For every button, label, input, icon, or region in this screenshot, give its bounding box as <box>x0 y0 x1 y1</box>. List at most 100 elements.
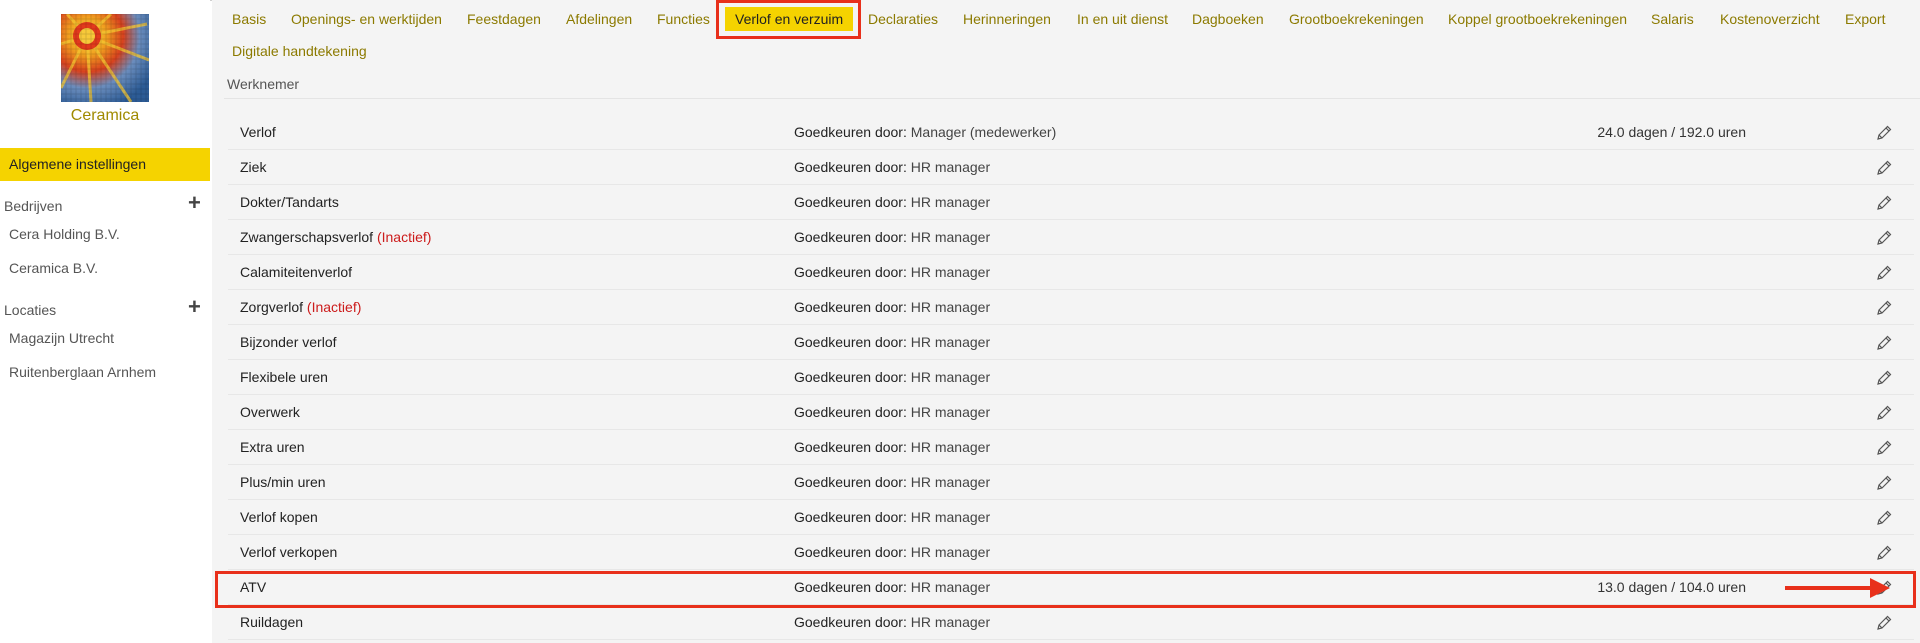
sidebar-item-company[interactable]: Cera Holding B.V. <box>9 226 120 242</box>
approver-value: HR manager <box>910 369 991 385</box>
tab-cost-overview[interactable]: Kostenoverzicht <box>1720 11 1820 27</box>
pencil-icon[interactable] <box>1875 439 1893 457</box>
approver-label: Goedkeuren door: <box>794 369 907 385</box>
approver-label: Goedkeuren door: <box>794 229 907 245</box>
tab-functions[interactable]: Functies <box>657 11 710 27</box>
sidebar-item-location[interactable]: Ruitenberglaan Arnhem <box>9 364 156 380</box>
approver-cell: Goedkeuren door: HR manager <box>794 159 990 175</box>
pencil-icon[interactable] <box>1875 159 1893 177</box>
annotation-arrow-head <box>1870 578 1890 598</box>
leave-type-label: Ziek <box>240 159 267 175</box>
tab-expenses[interactable]: Declaraties <box>868 11 938 27</box>
tab-holidays[interactable]: Feestdagen <box>467 11 541 27</box>
approver-cell: Goedkeuren door: HR manager <box>794 509 990 525</box>
sidebar-item-general-settings[interactable]: Algemene instellingen <box>0 148 210 181</box>
tab-ledger-accounts[interactable]: Grootboekrekeningen <box>1289 11 1424 27</box>
pencil-icon[interactable] <box>1875 474 1893 492</box>
tab-digital-signature[interactable]: Digitale handtekening <box>232 43 367 59</box>
approver-label: Goedkeuren door: <box>794 544 907 560</box>
tab-salary[interactable]: Salaris <box>1651 11 1694 27</box>
leave-type-name: Verlof <box>240 124 276 140</box>
table-row: Dokter/Tandarts Goedkeuren door: HR manag… <box>228 185 1914 220</box>
sidebar: Ceramica Algemene instellingen Bedrijven… <box>0 0 210 643</box>
pencil-icon[interactable] <box>1875 264 1893 282</box>
tab-basis[interactable]: Basis <box>232 11 266 27</box>
tab-reminders[interactable]: Herinneringen <box>963 11 1051 27</box>
table-row: Calamiteitenverlof Goedkeuren door: HR ma… <box>228 255 1914 290</box>
leave-type-name: Dokter/Tandarts <box>240 194 339 210</box>
table-row: Ziek Goedkeuren door: HR manager <box>228 150 1914 185</box>
leave-type-label: Flexibele uren <box>240 369 328 385</box>
leave-type-label: Verlof <box>240 124 276 140</box>
tab-link-ledger-accounts[interactable]: Koppel grootboekrekeningen <box>1448 11 1627 27</box>
leave-type-label: Verlof kopen <box>240 509 318 525</box>
leave-type-name: Ruildagen <box>240 614 303 630</box>
leave-type-label: Zwangerschapsverlof <box>240 229 374 245</box>
approver-value: HR manager <box>910 194 991 210</box>
approver-value: HR manager <box>910 229 991 245</box>
pencil-icon[interactable] <box>1875 299 1893 317</box>
leave-type-label: Dokter/Tandarts <box>240 194 339 210</box>
approver-label: Goedkeuren door: <box>794 264 907 280</box>
approver-value: Manager (medewerker) <box>910 124 1057 140</box>
approver-label: Goedkeuren door: <box>794 334 907 350</box>
tab-journals[interactable]: Dagboeken <box>1192 11 1264 27</box>
pencil-icon[interactable] <box>1875 509 1893 527</box>
pencil-icon[interactable] <box>1875 334 1893 352</box>
approver-cell: Goedkeuren door: HR manager <box>794 544 990 560</box>
leave-type-name: Bijzonder verlof <box>240 334 337 350</box>
table-row: Flexibele uren Goedkeuren door: HR manage… <box>228 360 1914 395</box>
table-row: Zorgverlof (Inactief) Goedkeuren door: HR… <box>228 290 1914 325</box>
approver-value: HR manager <box>910 544 991 560</box>
leave-type-name: Calamiteitenverlof <box>240 264 352 280</box>
leave-type-label: Ruildagen <box>240 614 304 630</box>
approver-label: Goedkeuren door: <box>794 474 907 490</box>
tab-in-out-service[interactable]: In en uit dienst <box>1077 11 1168 27</box>
leave-type-name: Zwangerschapsverlof (Inactief) <box>240 229 431 245</box>
leave-amount: 24.0 dagen / 192.0 uren <box>1597 124 1746 140</box>
approver-cell: Goedkeuren door: HR manager <box>794 369 990 385</box>
pencil-icon[interactable] <box>1875 369 1893 387</box>
leave-type-label: Plus/min uren <box>240 474 326 490</box>
pencil-icon[interactable] <box>1875 124 1893 142</box>
leave-type-label: Overwerk <box>240 404 300 420</box>
tab-opening-hours[interactable]: Openings- en werktijden <box>291 11 442 27</box>
approver-cell: Goedkeuren door: HR manager <box>794 194 990 210</box>
company-logo <box>61 14 149 102</box>
inactive-badge: (Inactief) <box>306 299 362 315</box>
sidebar-item-location[interactable]: Magazijn Utrecht <box>9 330 114 346</box>
table-row: Zwangerschapsverlof (Inactief) Goedkeuren… <box>228 220 1914 255</box>
approver-label: Goedkeuren door: <box>794 509 907 525</box>
leave-type-name: Extra uren <box>240 439 305 455</box>
approver-label: Goedkeuren door: <box>794 124 907 140</box>
sidebar-section-locations: Locaties <box>4 302 57 318</box>
table-row: Plus/min uren Goedkeuren door: HR manager <box>228 465 1914 500</box>
pencil-icon[interactable] <box>1875 544 1893 562</box>
sidebar-item-company[interactable]: Ceramica B.V. <box>9 260 98 276</box>
table-row: Ruildagen Goedkeuren door: HR manager <box>228 605 1914 640</box>
pencil-icon[interactable] <box>1875 614 1893 632</box>
add-company-icon[interactable]: + <box>188 192 201 214</box>
approver-label: Goedkeuren door: <box>794 439 907 455</box>
section-divider <box>224 98 1920 99</box>
approver-label: Goedkeuren door: <box>794 614 907 630</box>
approver-value: HR manager <box>910 404 991 420</box>
approver-label: Goedkeuren door: <box>794 194 907 210</box>
tab-export[interactable]: Export <box>1845 11 1885 27</box>
pencil-icon[interactable] <box>1875 194 1893 212</box>
tab-departments[interactable]: Afdelingen <box>566 11 632 27</box>
sidebar-section-companies: Bedrijven <box>4 198 63 214</box>
leave-type-name: Zorgverlof (Inactief) <box>240 299 361 315</box>
approver-cell: Goedkeuren door: HR manager <box>794 334 990 350</box>
annotation-row-highlight <box>215 571 1916 608</box>
approver-label: Goedkeuren door: <box>794 159 907 175</box>
add-location-icon[interactable]: + <box>188 296 201 318</box>
pencil-icon[interactable] <box>1875 404 1893 422</box>
table-row: Overwerk Goedkeuren door: HR manager <box>228 395 1914 430</box>
table-row: Bijzonder verlof Goedkeuren door: HR mana… <box>228 325 1914 360</box>
approver-cell: Goedkeuren door: HR manager <box>794 614 990 630</box>
approver-cell: Goedkeuren door: Manager (medewerker) <box>794 124 1056 140</box>
pencil-icon[interactable] <box>1875 229 1893 247</box>
approver-value: HR manager <box>910 334 991 350</box>
approver-value: HR manager <box>910 474 991 490</box>
